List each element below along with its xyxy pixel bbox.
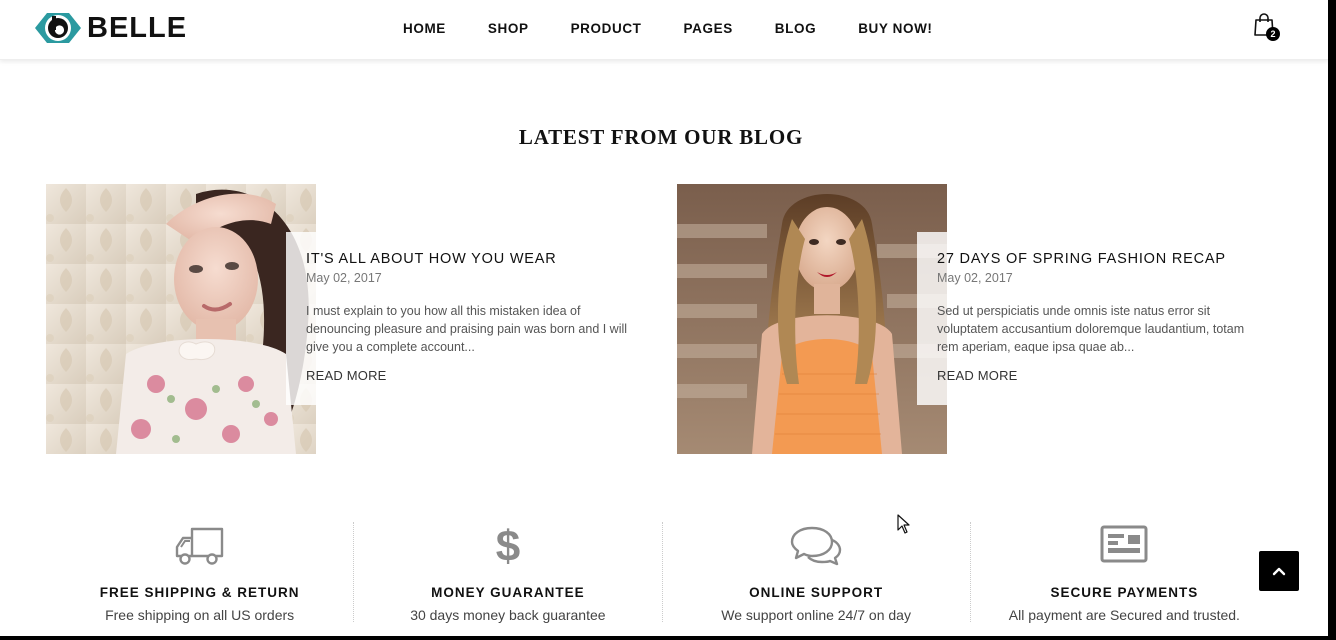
read-more-link[interactable]: READ MORE bbox=[937, 368, 1018, 383]
blog-post: 27 DAYS OF SPRING FASHION RECAP May 02, … bbox=[677, 184, 1277, 454]
site-header: BELLE HOME SHOP PRODUCT PAGES BLOG BUY N… bbox=[0, 0, 1328, 60]
feature-shipping: FREE SHIPPING & RETURN Free shipping on … bbox=[46, 522, 355, 623]
blog-post-image[interactable] bbox=[677, 184, 947, 454]
cart-button[interactable]: 2 bbox=[1253, 13, 1281, 43]
features-bar: FREE SHIPPING & RETURN Free shipping on … bbox=[46, 522, 1278, 623]
mouse-cursor-icon bbox=[897, 514, 910, 534]
feature-title: FREE SHIPPING & RETURN bbox=[99, 585, 300, 600]
nav-item-home[interactable]: HOME bbox=[382, 21, 467, 36]
feature-title: MONEY GUARANTEE bbox=[431, 585, 585, 600]
blog-post-date: May 02, 2017 bbox=[937, 271, 1013, 285]
feature-secure-payments: SECURE PAYMENTS All payment are Secured … bbox=[971, 522, 1278, 623]
dollar-icon: $ bbox=[496, 524, 520, 566]
cart-count-badge: 2 bbox=[1266, 27, 1280, 41]
blog-post-excerpt: I must explain to you how all this mista… bbox=[306, 304, 628, 354]
feature-description: Free shipping on all US orders bbox=[105, 607, 295, 623]
chat-bubbles-icon bbox=[790, 526, 842, 566]
read-more-link[interactable]: READ MORE bbox=[306, 368, 387, 383]
svg-text:$: $ bbox=[496, 524, 520, 566]
feature-online-support: ONLINE SUPPORT We support online 24/7 on… bbox=[663, 522, 971, 623]
blog-post-title[interactable]: IT'S ALL ABOUT HOW YOU WEAR bbox=[306, 251, 557, 267]
blog-post-date: May 02, 2017 bbox=[306, 271, 382, 285]
woman-orange-top-image bbox=[677, 184, 947, 454]
truck-icon bbox=[175, 527, 223, 565]
blog-post-card: IT'S ALL ABOUT HOW YOU WEAR May 02, 2017… bbox=[286, 232, 646, 405]
credit-card-icon bbox=[1100, 525, 1148, 563]
back-to-top-button[interactable] bbox=[1259, 551, 1299, 591]
chevron-up-icon bbox=[1272, 567, 1286, 576]
section-title: LATEST FROM OUR BLOG bbox=[518, 125, 804, 149]
nav-item-shop[interactable]: SHOP bbox=[467, 21, 550, 36]
blog-post-card: 27 DAYS OF SPRING FASHION RECAP May 02, … bbox=[917, 232, 1277, 405]
feature-title: ONLINE SUPPORT bbox=[749, 585, 884, 600]
nav-item-pages[interactable]: PAGES bbox=[663, 21, 754, 36]
nav-item-blog[interactable]: BLOG bbox=[754, 21, 837, 36]
page: BELLE HOME SHOP PRODUCT PAGES BLOG BUY N… bbox=[0, 0, 1328, 636]
woman-floral-dress-image bbox=[46, 184, 316, 454]
feature-description: All payment are Secured and trusted. bbox=[1008, 607, 1240, 623]
blog-post-title[interactable]: 27 DAYS OF SPRING FASHION RECAP bbox=[937, 251, 1226, 267]
brand-name: BELLE bbox=[87, 11, 188, 44]
blog-post-image[interactable] bbox=[46, 184, 316, 454]
blog-post-excerpt: Sed ut perspiciatis unde omnis iste natu… bbox=[937, 304, 1245, 354]
brand-logo[interactable]: BELLE bbox=[33, 9, 187, 47]
nav-item-buy-now[interactable]: BUY NOW! bbox=[837, 21, 953, 36]
feature-description: 30 days money back guarantee bbox=[410, 607, 606, 623]
blog-post: IT'S ALL ABOUT HOW YOU WEAR May 02, 2017… bbox=[46, 184, 646, 454]
nav-item-product[interactable]: PRODUCT bbox=[550, 21, 663, 36]
feature-money-guarantee: $ MONEY GUARANTEE 30 days money back gua… bbox=[354, 522, 663, 623]
main-nav: HOME SHOP PRODUCT PAGES BLOG BUY NOW! bbox=[382, 0, 954, 56]
feature-description: We support online 24/7 on day bbox=[721, 607, 911, 623]
brand-logo-icon bbox=[35, 13, 81, 43]
feature-title: SECURE PAYMENTS bbox=[1050, 585, 1199, 600]
